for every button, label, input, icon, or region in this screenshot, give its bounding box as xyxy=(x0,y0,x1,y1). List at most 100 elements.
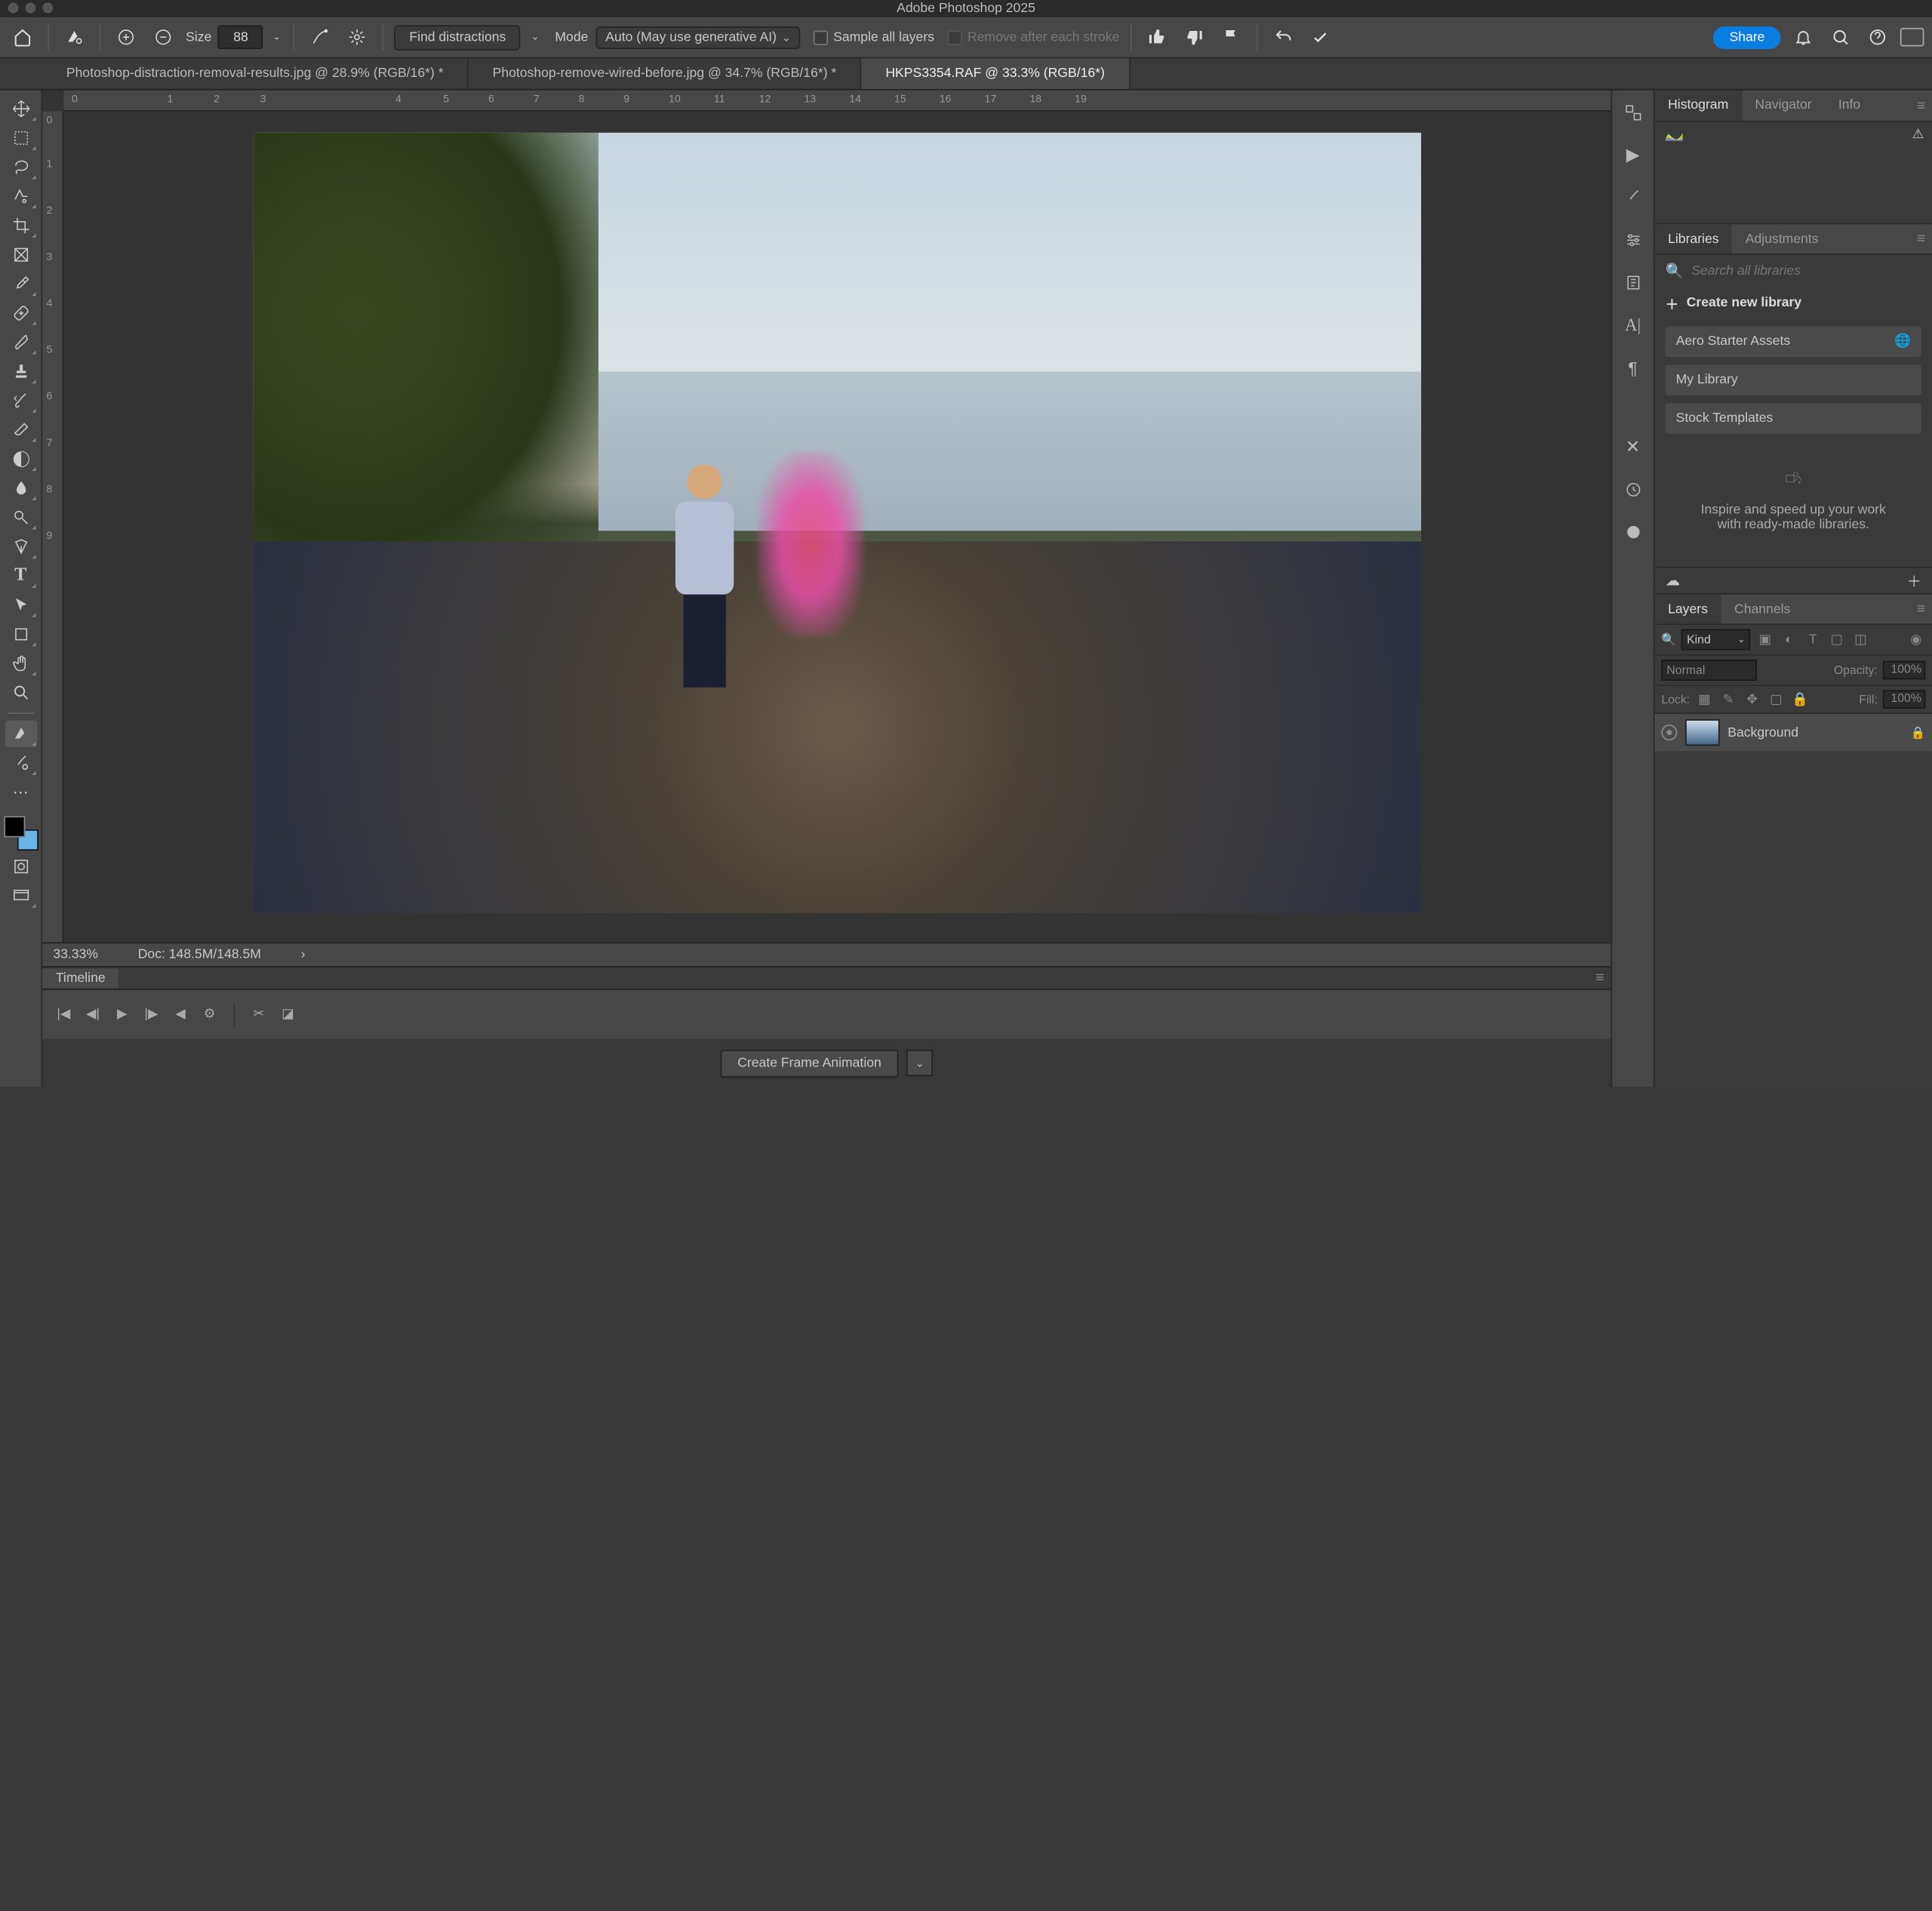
next-frame-icon[interactable]: |▶ xyxy=(140,1004,162,1025)
eyedropper-tool[interactable] xyxy=(5,271,36,297)
panel-menu-icon[interactable]: ≡ xyxy=(1910,224,1932,254)
window-minimize-button[interactable] xyxy=(25,3,35,14)
panel-menu-icon[interactable]: ≡ xyxy=(1910,595,1932,624)
lock-artboard-icon[interactable]: ▢ xyxy=(1767,690,1786,709)
window-zoom-button[interactable] xyxy=(42,3,53,14)
color-dock-icon[interactable] xyxy=(1621,101,1645,125)
quick-select-tool[interactable] xyxy=(5,183,36,210)
find-distractions-dropdown[interactable]: ⌄ xyxy=(528,26,542,48)
zoom-level[interactable]: 33.33% xyxy=(53,947,98,962)
adjustments-tab[interactable]: Adjustments xyxy=(1732,224,1832,254)
brush-subtract-icon[interactable] xyxy=(149,23,178,52)
foreground-color[interactable] xyxy=(3,816,24,837)
quick-mask-icon[interactable] xyxy=(5,854,36,880)
type-tool[interactable]: T xyxy=(5,562,36,589)
thumbs-down-icon[interactable] xyxy=(1179,23,1208,52)
cloud-icon[interactable]: ☁ xyxy=(1666,572,1680,589)
transition-icon[interactable]: ◪ xyxy=(277,1004,298,1025)
doc-tab-0[interactable]: Photoshop-distraction-removal-results.jp… xyxy=(42,58,469,88)
crop-tool[interactable] xyxy=(5,212,36,238)
pilcrow-dock-icon[interactable]: ¶ xyxy=(1621,355,1645,380)
healing-tool[interactable] xyxy=(5,300,36,326)
library-search-input[interactable] xyxy=(1691,264,1921,278)
path-select-tool[interactable] xyxy=(5,592,36,618)
layers-tab[interactable]: Layers xyxy=(1655,595,1721,624)
swatches-dock-icon[interactable]: ✕ xyxy=(1621,435,1645,460)
lock-all-icon[interactable]: 🔒 xyxy=(1791,690,1810,709)
add-icon[interactable]: ＋ xyxy=(1907,570,1921,591)
search-icon[interactable] xyxy=(1826,23,1855,52)
histogram-tab[interactable]: Histogram xyxy=(1655,91,1742,121)
timeline-menu-icon[interactable]: ≡ xyxy=(1589,970,1611,986)
blend-mode-select[interactable]: Normal xyxy=(1661,660,1757,681)
help-icon[interactable] xyxy=(1863,23,1893,52)
audio-icon[interactable]: ⚙ xyxy=(199,1004,220,1025)
create-frame-animation-button[interactable]: Create Frame Animation xyxy=(720,1049,898,1077)
canvas[interactable] xyxy=(63,112,1611,943)
status-chevron-icon[interactable]: › xyxy=(301,947,306,962)
dodge-tool[interactable] xyxy=(5,504,36,531)
create-new-library-button[interactable]: ＋ Create new library xyxy=(1666,288,1921,318)
character-dock-icon[interactable]: A| xyxy=(1621,313,1645,337)
split-icon[interactable]: ✂ xyxy=(248,1004,269,1025)
paragraph-dock-icon[interactable] xyxy=(1621,271,1645,295)
actions-dock-icon[interactable]: ▶ xyxy=(1621,143,1645,168)
lock-position-icon[interactable]: ✥ xyxy=(1743,690,1761,709)
ruler-horizontal[interactable]: 0 1 2 3 4 5 6 7 8 9 10 11 12 13 14 15 16… xyxy=(63,91,1611,112)
sliders-dock-icon[interactable] xyxy=(1621,228,1645,252)
play-icon[interactable]: ▶ xyxy=(112,1004,133,1025)
share-button[interactable]: Share xyxy=(1713,26,1780,48)
histogram-warning-icon[interactable]: ⚠ xyxy=(1912,128,1924,142)
color-swatches[interactable] xyxy=(3,816,38,851)
fill-input[interactable]: 100% xyxy=(1883,690,1925,709)
remove-tool[interactable] xyxy=(5,721,36,747)
filter-adjustment-icon[interactable]: ◐ xyxy=(1780,630,1798,649)
library-item-stock[interactable]: Stock Templates xyxy=(1666,404,1921,434)
doc-tab-1[interactable]: Photoshop-remove-wired-before.jpg @ 34.7… xyxy=(469,58,862,88)
hand-tool[interactable] xyxy=(5,651,36,677)
filter-type-icon[interactable]: T xyxy=(1804,630,1823,649)
commit-icon[interactable] xyxy=(1305,23,1334,52)
stamp-tool[interactable] xyxy=(5,359,36,385)
filter-toggle-icon[interactable]: ◉ xyxy=(1907,630,1926,649)
notifications-icon[interactable] xyxy=(1789,23,1818,52)
thumbs-up-icon[interactable] xyxy=(1142,23,1171,52)
library-item-aero[interactable]: Aero Starter Assets🌐 xyxy=(1666,327,1921,357)
filter-kind-select[interactable]: Kind⌄ xyxy=(1681,629,1750,650)
opacity-input[interactable]: 100% xyxy=(1883,661,1925,680)
first-frame-icon[interactable]: |◀ xyxy=(53,1004,74,1025)
properties-dock-icon[interactable] xyxy=(1621,520,1645,544)
filter-smart-icon[interactable]: ◫ xyxy=(1851,630,1870,649)
channels-tab[interactable]: Channels xyxy=(1721,595,1803,624)
mode-select[interactable]: Auto (May use generative AI)⌄ xyxy=(596,26,800,48)
edit-toolbar[interactable]: ⋯ xyxy=(5,779,36,805)
doc-tab-2[interactable]: HKPS3354.RAF @ 33.3% (RGB/16*) xyxy=(862,58,1131,88)
prev-frame-icon[interactable]: ◀| xyxy=(82,1004,103,1025)
window-close-button[interactable] xyxy=(8,3,19,14)
find-distractions-button[interactable]: Find distractions xyxy=(395,25,521,50)
pressure-size-icon[interactable] xyxy=(306,23,335,52)
shape-tool[interactable] xyxy=(5,621,36,648)
layer-thumbnail[interactable] xyxy=(1685,719,1720,746)
filter-search-icon[interactable]: 🔍 xyxy=(1661,632,1676,647)
layer-lock-icon[interactable]: 🔒 xyxy=(1910,725,1925,740)
lasso-tool[interactable] xyxy=(5,154,36,180)
doc-size[interactable]: Doc: 148.5M/148.5M xyxy=(138,947,261,962)
library-item-my[interactable]: My Library xyxy=(1666,365,1921,395)
lock-transparency-icon[interactable]: ▦ xyxy=(1695,690,1714,709)
history-brush-tool[interactable] xyxy=(5,387,36,414)
undo-icon[interactable] xyxy=(1268,23,1297,52)
brush-add-icon[interactable] xyxy=(112,23,141,52)
screen-mode-icon[interactable] xyxy=(5,882,36,909)
timeline-tab[interactable]: Timeline xyxy=(42,968,118,988)
info-tab[interactable]: Info xyxy=(1825,91,1874,121)
filter-pixel-icon[interactable]: ▣ xyxy=(1756,630,1775,649)
history-dock-icon[interactable] xyxy=(1621,478,1645,502)
gradient-tool[interactable] xyxy=(5,446,36,472)
sample-all-layers-checkbox[interactable] xyxy=(814,30,828,45)
frame-tool[interactable] xyxy=(5,242,36,268)
navigator-tab[interactable]: Navigator xyxy=(1742,91,1825,121)
brush-settings-icon[interactable] xyxy=(343,23,372,52)
brush-size-input[interactable] xyxy=(218,25,263,49)
filter-shape-icon[interactable]: ▢ xyxy=(1827,630,1846,649)
